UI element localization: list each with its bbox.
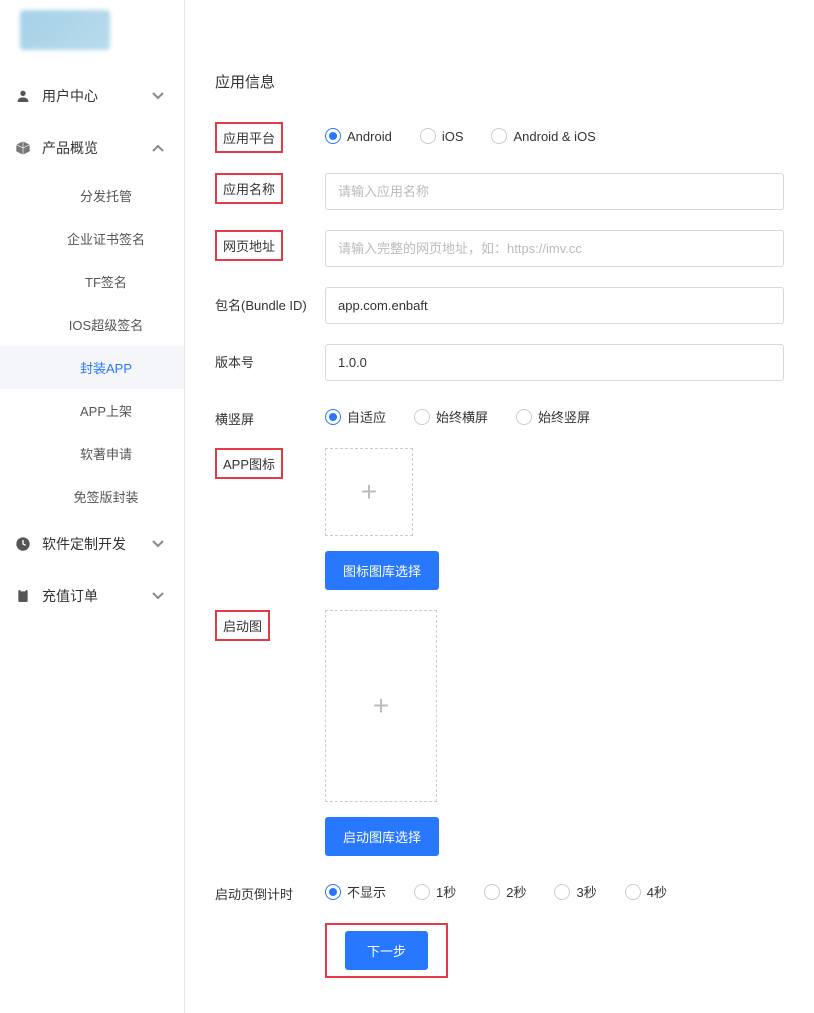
icon-library-button[interactable]: 图标图库选择 (325, 551, 439, 590)
platform-radio-group: Android iOS Android & iOS (325, 122, 784, 144)
sidebar-subitem-tf-sign[interactable]: TF签名 (0, 260, 184, 303)
countdown-radio-group: 不显示 1秒 2秒 3秒 4秒 (325, 876, 784, 901)
web-url-input[interactable] (325, 230, 784, 267)
next-button-highlight: 下一步 (325, 923, 448, 978)
sidebar-item-label: 软件定制开发 (42, 534, 126, 554)
app-name-input[interactable] (325, 173, 784, 210)
launch-image-upload[interactable]: + (325, 610, 437, 802)
label-launch-image: 启动图 (215, 610, 270, 641)
sidebar-item-user-center[interactable]: 用户中心 (0, 70, 184, 122)
sidebar-subitem-no-sign-package[interactable]: 免签版封装 (0, 475, 184, 518)
bundle-id-input[interactable] (325, 287, 784, 324)
user-icon (14, 87, 32, 105)
plus-icon: + (373, 690, 389, 722)
sidebar-item-label: 产品概览 (42, 138, 98, 158)
cube-icon (14, 139, 32, 157)
launch-library-button[interactable]: 启动图库选择 (325, 817, 439, 856)
plus-icon: + (361, 476, 377, 508)
sidebar-item-product-overview[interactable]: 产品概览 (0, 122, 184, 174)
sidebar: 用户中心 产品概览 分发托管 企业证书签名 TF签名 IOS超级签名 封装APP… (0, 0, 185, 1013)
chevron-up-icon (152, 142, 164, 154)
main-content: 应用信息 应用平台 Android iOS Android & iOS 应用名称 (185, 36, 814, 1013)
radio-1s[interactable]: 1秒 (414, 882, 456, 901)
label-countdown: 启动页倒计时 (215, 876, 325, 903)
app-icon-upload[interactable]: + (325, 448, 413, 536)
label-web-url: 网页地址 (215, 230, 283, 261)
radio-adaptive[interactable]: 自适应 (325, 407, 386, 426)
section-title: 应用信息 (215, 71, 784, 92)
sidebar-subitem-enterprise-cert[interactable]: 企业证书签名 (0, 217, 184, 260)
sidebar-item-recharge-order[interactable]: 充值订单 (0, 570, 184, 622)
sidebar-item-custom-dev[interactable]: 软件定制开发 (0, 518, 184, 570)
radio-landscape[interactable]: 始终横屏 (414, 407, 488, 426)
next-button[interactable]: 下一步 (345, 931, 428, 970)
radio-android-ios[interactable]: Android & iOS (491, 128, 595, 144)
orientation-radio-group: 自适应 始终横屏 始终竖屏 (325, 401, 784, 426)
clock-icon (14, 535, 32, 553)
logo (0, 0, 150, 60)
radio-4s[interactable]: 4秒 (625, 882, 667, 901)
radio-ios[interactable]: iOS (420, 128, 464, 144)
sidebar-item-label: 充值订单 (42, 586, 98, 606)
radio-no-show[interactable]: 不显示 (325, 882, 386, 901)
radio-android[interactable]: Android (325, 128, 392, 144)
radio-2s[interactable]: 2秒 (484, 882, 526, 901)
label-orientation: 横竖屏 (215, 401, 325, 428)
sidebar-item-label: 用户中心 (42, 86, 98, 106)
label-platform: 应用平台 (215, 122, 283, 153)
label-bundle-id: 包名(Bundle ID) (215, 287, 325, 314)
version-input[interactable] (325, 344, 784, 381)
sidebar-subitem-package-app[interactable]: 封装APP (0, 346, 184, 389)
chevron-down-icon (152, 90, 164, 102)
radio-portrait[interactable]: 始终竖屏 (516, 407, 590, 426)
chevron-down-icon (152, 538, 164, 550)
clipboard-icon (14, 587, 32, 605)
label-app-name: 应用名称 (215, 173, 283, 204)
sidebar-subitem-distribution[interactable]: 分发托管 (0, 174, 184, 217)
label-version: 版本号 (215, 344, 325, 371)
radio-3s[interactable]: 3秒 (554, 882, 596, 901)
sidebar-subitem-copyright[interactable]: 软著申请 (0, 432, 184, 475)
sidebar-subitem-ios-super-sign[interactable]: IOS超级签名 (0, 303, 184, 346)
label-app-icon: APP图标 (215, 448, 283, 479)
sidebar-subitem-app-publish[interactable]: APP上架 (0, 389, 184, 432)
chevron-down-icon (152, 590, 164, 602)
